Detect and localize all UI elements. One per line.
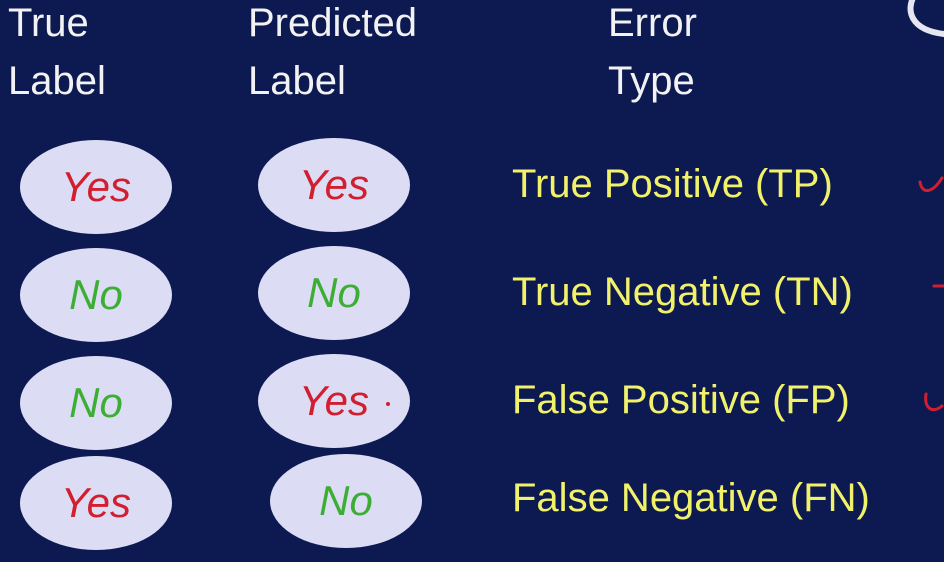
header-error-type-line1: Error <box>608 1 697 45</box>
header-true-label-line2: Label <box>8 59 106 103</box>
header-predicted-label-line1: Predicted <box>248 1 417 45</box>
header-true-label-line1: True <box>8 1 89 45</box>
checkmark-annotation-icon <box>918 176 944 192</box>
error-type-label: True Positive (TP) <box>512 162 833 206</box>
tick-annotation-icon <box>932 284 944 288</box>
table-row: Yes Yes True Positive (TP) <box>0 138 944 238</box>
annotation-dot <box>386 402 390 406</box>
true-label-ellipse: Yes <box>20 140 172 234</box>
checkmark-annotation-icon <box>924 392 944 411</box>
slide: { "headers": { "true_label": ["True", "L… <box>0 0 944 562</box>
table-row: No Yes False Positive (FP) <box>0 354 944 454</box>
true-label-ellipse: Yes <box>20 456 172 550</box>
predicted-label-ellipse: Yes <box>258 138 410 232</box>
header-true-label: True Label <box>8 0 106 110</box>
header-predicted-label: Predicted Label <box>248 0 417 110</box>
handwritten-stroke-icon <box>907 0 944 37</box>
error-type-label: True Negative (TN) <box>512 270 853 314</box>
error-type-label: False Positive (FP) <box>512 378 850 422</box>
predicted-label-ellipse: No <box>270 454 422 548</box>
true-label-ellipse: No <box>20 248 172 342</box>
predicted-label-ellipse: No <box>258 246 410 340</box>
table-row: No No True Negative (TN) <box>0 246 944 346</box>
table-row: Yes No False Negative (FN) <box>0 454 944 554</box>
predicted-label-ellipse: Yes <box>258 354 410 448</box>
true-label-ellipse: No <box>20 356 172 450</box>
header-predicted-label-line2: Label <box>248 59 346 103</box>
error-type-label: False Negative (FN) <box>512 476 870 520</box>
header-error-type-line2: Type <box>608 59 695 103</box>
header-error-type: Error Type <box>608 0 697 110</box>
